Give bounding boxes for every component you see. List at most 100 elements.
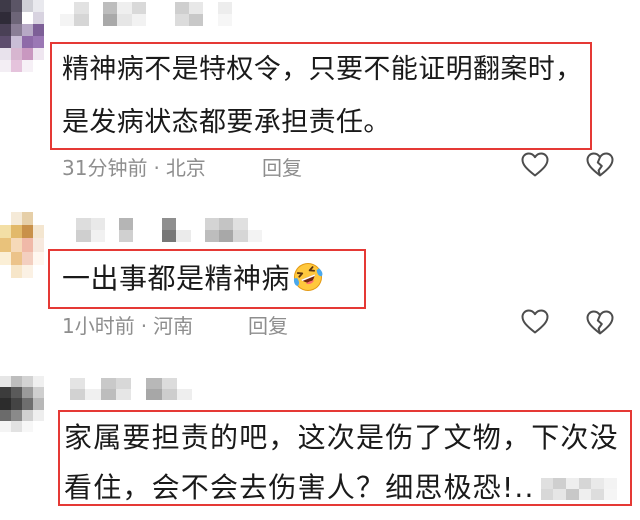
pixel-cell — [33, 0, 44, 12]
pixel-cell — [233, 230, 248, 242]
pixel-cell — [603, 478, 617, 489]
comment-meta: 1小时前 · 河南 — [62, 313, 193, 339]
pixel-cell — [104, 230, 120, 242]
pixel-cell — [11, 398, 22, 410]
pixel-cell — [11, 376, 22, 388]
comment-location: 河南 — [153, 314, 194, 338]
comment-text-line: 一出事都是精神病 — [62, 261, 324, 297]
username-redacted[interactable] — [62, 218, 262, 242]
laughing-tears-emoji-icon — [292, 261, 324, 293]
pixel-cell — [33, 376, 44, 388]
pixel-cell — [85, 389, 101, 400]
pixel-cell — [578, 478, 592, 489]
pixel-cell — [22, 12, 33, 24]
meta-separator: · — [153, 156, 160, 180]
avatar-redacted[interactable] — [0, 376, 44, 432]
heart-outline-icon[interactable] — [521, 152, 549, 178]
pixel-cell — [22, 48, 33, 60]
pixel-cell — [33, 398, 44, 410]
pixel-cell — [11, 60, 22, 72]
pixel-cell — [540, 489, 554, 500]
pixel-cell — [33, 12, 44, 24]
pixel-cell — [133, 218, 148, 230]
pixel-cell — [160, 14, 175, 26]
pixel-cell — [190, 230, 205, 242]
pixel-cell — [60, 14, 75, 26]
pixel-cell — [11, 24, 22, 36]
comment-item: 精神病不是特权令，只要不能证明翻案时， 是发病状态都要承担责任。 31分钟前 · 北… — [0, 0, 640, 200]
pixel-cell — [11, 238, 22, 252]
pixel-cell — [204, 218, 220, 230]
comment-text-line: 精神病不是特权令，只要不能证明翻案时， — [62, 54, 583, 85]
pixel-cell — [22, 409, 33, 421]
pixel-cell — [90, 218, 105, 230]
pixel-cell — [219, 230, 234, 242]
meta-separator: · — [140, 314, 148, 338]
pixel-cell — [33, 48, 44, 60]
pixel-cell — [33, 60, 44, 72]
pixel-cell — [217, 2, 232, 14]
pixel-cell — [11, 48, 22, 60]
pixel-cell — [578, 489, 592, 500]
comment-meta: 31分钟前 · 北京 — [62, 155, 206, 181]
pixel-cell — [131, 378, 147, 389]
pixel-cell — [115, 389, 131, 400]
avatar-redacted[interactable] — [0, 212, 44, 278]
pixel-cell — [33, 264, 44, 278]
pixel-cell — [11, 264, 22, 278]
pixel-cell — [33, 420, 44, 432]
pixel-cell — [76, 218, 91, 230]
pixel-cell — [33, 36, 44, 48]
pixel-cell — [33, 24, 44, 36]
pixel-cell — [565, 489, 579, 500]
broken-heart-icon[interactable] — [586, 310, 614, 336]
heart-outline-icon[interactable] — [521, 309, 549, 335]
pixel-cell — [176, 389, 192, 400]
pixel-cell — [145, 14, 161, 26]
pixel-cell — [117, 14, 132, 26]
pixel-cell — [0, 36, 11, 48]
pixel-cell — [591, 478, 604, 489]
pixel-cell — [22, 264, 33, 278]
pixel-cell — [553, 489, 566, 500]
pixel-cell — [70, 378, 86, 389]
pixel-cell — [603, 489, 617, 500]
pixel-cell — [0, 24, 11, 36]
reply-button[interactable]: 回复 — [262, 155, 302, 181]
pixel-cell — [22, 398, 33, 410]
pixel-cell — [22, 376, 33, 388]
username-redacted[interactable] — [70, 378, 192, 400]
pixel-cell — [117, 2, 132, 14]
avatar-redacted[interactable] — [0, 0, 44, 72]
pixel-cell — [22, 212, 33, 226]
username-redacted[interactable] — [60, 2, 232, 26]
pixel-cell — [247, 218, 262, 230]
pixel-cell — [0, 420, 11, 432]
pixel-cell — [0, 387, 11, 399]
pixel-cell — [233, 218, 248, 230]
pixel-cell — [219, 218, 234, 230]
pixel-cell — [160, 2, 175, 14]
pixel-cell — [0, 238, 11, 252]
reply-button[interactable]: 回复 — [248, 313, 288, 339]
pixel-cell — [33, 238, 44, 252]
pixel-cell — [119, 218, 134, 230]
pixel-cell — [60, 2, 75, 14]
comment-text: 看住，会不会去伤害人？细思极恐!.. — [64, 471, 535, 504]
comment-text: 一出事都是精神病 — [62, 262, 291, 295]
pixel-cell — [11, 225, 22, 239]
comment-time: 31分钟前 — [62, 156, 148, 180]
pixel-cell — [11, 36, 22, 48]
pixel-cell — [0, 376, 11, 388]
pixel-cell — [104, 218, 120, 230]
pixel-cell — [22, 225, 33, 239]
pixel-cell — [90, 230, 105, 242]
pixel-cell — [11, 387, 22, 399]
broken-heart-icon[interactable] — [586, 152, 614, 178]
comment-location: 北京 — [165, 156, 206, 180]
comment-text-line: 是发病状态都要承担责任。 — [62, 107, 391, 138]
pixel-cell — [174, 14, 189, 26]
comment-item: 家属要担责的吧，这次是伤了文物，下次没 看住，会不会去伤害人？细思极恐!.. — [0, 360, 640, 520]
pixel-cell — [0, 0, 11, 12]
pixel-cell — [204, 230, 220, 242]
